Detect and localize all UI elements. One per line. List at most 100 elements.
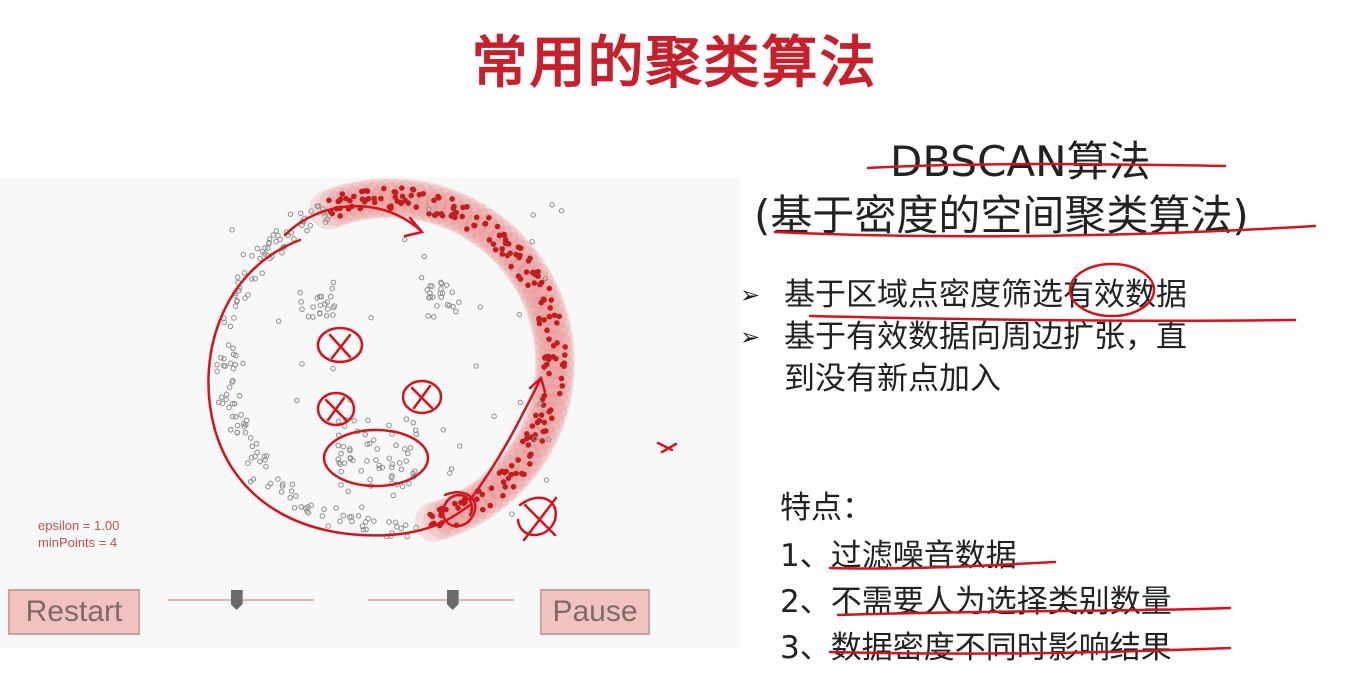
cluster-point bbox=[431, 197, 437, 204]
cluster-point bbox=[474, 488, 481, 495]
data-point bbox=[214, 361, 220, 368]
noise-point bbox=[359, 504, 365, 510]
cluster-point bbox=[427, 511, 433, 518]
cluster-point bbox=[521, 471, 527, 478]
noise-point bbox=[529, 238, 535, 245]
cluster-point bbox=[546, 336, 552, 342]
data-point bbox=[218, 394, 225, 401]
cluster-point bbox=[541, 317, 547, 323]
cluster-point bbox=[357, 205, 364, 212]
restart-button[interactable]: Restart bbox=[8, 589, 140, 635]
data-point bbox=[223, 391, 230, 398]
eye-point bbox=[453, 308, 459, 315]
features-heading: 特点： bbox=[780, 490, 873, 526]
mouth-point bbox=[335, 432, 342, 439]
eye-point bbox=[327, 293, 334, 300]
noise-point bbox=[447, 470, 453, 476]
cluster-point bbox=[541, 392, 548, 399]
cluster-point bbox=[559, 383, 566, 389]
mouth-point bbox=[403, 458, 409, 464]
data-point bbox=[349, 518, 355, 525]
mouth-point bbox=[340, 443, 347, 450]
data-point bbox=[279, 249, 285, 256]
cluster-point bbox=[544, 327, 550, 334]
cluster-point bbox=[548, 297, 555, 303]
cluster-point bbox=[409, 186, 416, 193]
cluster-point bbox=[548, 415, 555, 422]
cluster-point bbox=[523, 431, 530, 437]
cluster-point bbox=[539, 438, 546, 444]
data-point bbox=[275, 476, 281, 482]
cluster-point bbox=[494, 223, 501, 230]
cluster-point bbox=[362, 188, 368, 194]
noise-point bbox=[275, 318, 282, 324]
data-point bbox=[365, 515, 371, 522]
data-point bbox=[247, 435, 254, 441]
cluster-point bbox=[515, 457, 521, 463]
mouth-point bbox=[398, 466, 405, 473]
cluster-point bbox=[398, 185, 405, 191]
cluster-point bbox=[502, 484, 508, 490]
data-point bbox=[231, 315, 237, 321]
cluster-point bbox=[499, 246, 505, 252]
cluster-point bbox=[546, 370, 552, 377]
cluster-point bbox=[438, 511, 444, 517]
data-point bbox=[340, 512, 346, 519]
mouth-point bbox=[345, 488, 351, 495]
cluster-point bbox=[408, 192, 415, 199]
data-point bbox=[289, 481, 296, 488]
mouth-point bbox=[343, 417, 349, 423]
mouth-point bbox=[410, 419, 417, 426]
cluster-point bbox=[473, 214, 480, 221]
data-point bbox=[263, 463, 269, 470]
data-point bbox=[293, 493, 299, 499]
feature-item: 2、不需要人为选择类别数量 bbox=[780, 584, 1172, 620]
noise-point bbox=[473, 363, 479, 369]
data-point bbox=[230, 365, 237, 372]
cluster-point bbox=[550, 342, 557, 349]
pause-button[interactable]: Pause bbox=[540, 589, 650, 635]
data-point bbox=[307, 222, 314, 229]
cluster-point bbox=[471, 222, 478, 229]
cluster-point bbox=[513, 470, 519, 477]
data-point bbox=[238, 412, 244, 418]
minpoints-slider-track[interactable] bbox=[368, 599, 514, 601]
data-point bbox=[234, 274, 241, 280]
data-point bbox=[242, 429, 249, 436]
dbscan-demo-panel: epsilon = 1.00 minPoints = 4 Restart Pau… bbox=[0, 178, 740, 648]
mouth-point bbox=[386, 455, 393, 462]
eye-point bbox=[449, 289, 456, 296]
mouth-point bbox=[389, 464, 395, 471]
cluster-point bbox=[364, 196, 371, 203]
mouth-point bbox=[396, 460, 403, 466]
noise-point bbox=[509, 511, 515, 517]
eye-point bbox=[330, 312, 336, 318]
noise-point bbox=[477, 304, 484, 310]
cluster-point bbox=[449, 196, 455, 202]
cluster-point bbox=[474, 496, 480, 502]
cluster-point bbox=[500, 492, 506, 499]
cluster-point bbox=[496, 232, 503, 239]
mouth-point bbox=[335, 442, 342, 449]
data-point bbox=[270, 232, 277, 238]
arrow-bullet-icon: ➢ bbox=[740, 281, 761, 309]
cluster-point bbox=[500, 479, 507, 485]
eye-point bbox=[297, 289, 304, 296]
cluster-point bbox=[527, 255, 533, 262]
cluster-point bbox=[559, 361, 566, 368]
data-point bbox=[288, 229, 295, 236]
mouth-point bbox=[390, 492, 397, 499]
eye-point bbox=[438, 286, 444, 292]
cluster-point bbox=[347, 197, 353, 204]
noise-point bbox=[250, 476, 257, 482]
noise-point bbox=[491, 413, 497, 419]
mouth-point bbox=[406, 480, 412, 487]
cluster-point bbox=[553, 355, 559, 362]
cluster-point bbox=[558, 375, 565, 382]
noise-point bbox=[299, 361, 305, 367]
data-point bbox=[304, 227, 310, 234]
data-point bbox=[230, 345, 236, 352]
data-point bbox=[265, 483, 271, 490]
cluster-point bbox=[405, 200, 412, 206]
mouth-point bbox=[399, 483, 406, 490]
